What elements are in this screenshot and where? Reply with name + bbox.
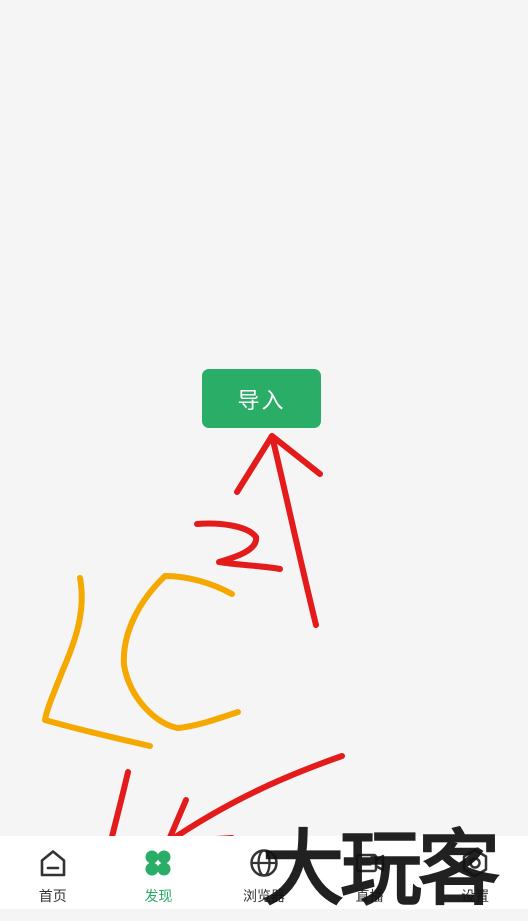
bottom-tab-bar: 首页 发现 浏览器 直播 设置 bbox=[0, 836, 528, 909]
annotation-overlay bbox=[42, 433, 345, 848]
video-camera-icon bbox=[355, 853, 384, 873]
tab-home-label: 首页 bbox=[38, 889, 67, 905]
settings-icon bbox=[462, 848, 488, 878]
annotation-number-2 bbox=[194, 520, 283, 572]
annotation-number-1 bbox=[107, 769, 131, 848]
tab-browser[interactable]: 浏览器 bbox=[211, 836, 317, 909]
tab-settings[interactable]: 设置 bbox=[422, 836, 528, 909]
annotation-arrowhead-up bbox=[234, 433, 323, 495]
annotation-arrow-down bbox=[165, 753, 345, 845]
tab-discover-label: 发现 bbox=[144, 889, 173, 905]
annotation-letter-c bbox=[120, 573, 241, 731]
discover-icon bbox=[145, 850, 171, 876]
home-icon bbox=[40, 850, 66, 877]
tab-live[interactable]: 直播 bbox=[317, 836, 423, 909]
import-button[interactable]: 导入 bbox=[202, 369, 321, 428]
tab-settings-label: 设置 bbox=[461, 889, 490, 905]
tab-browser-label: 浏览器 bbox=[242, 889, 285, 905]
annotation-letter-l bbox=[42, 575, 153, 749]
tab-live-label: 直播 bbox=[355, 889, 384, 905]
tab-discover[interactable]: 发现 bbox=[106, 836, 212, 909]
globe-icon bbox=[250, 849, 278, 877]
tab-home[interactable]: 首页 bbox=[0, 836, 106, 909]
annotation-arrow-up bbox=[269, 433, 319, 628]
